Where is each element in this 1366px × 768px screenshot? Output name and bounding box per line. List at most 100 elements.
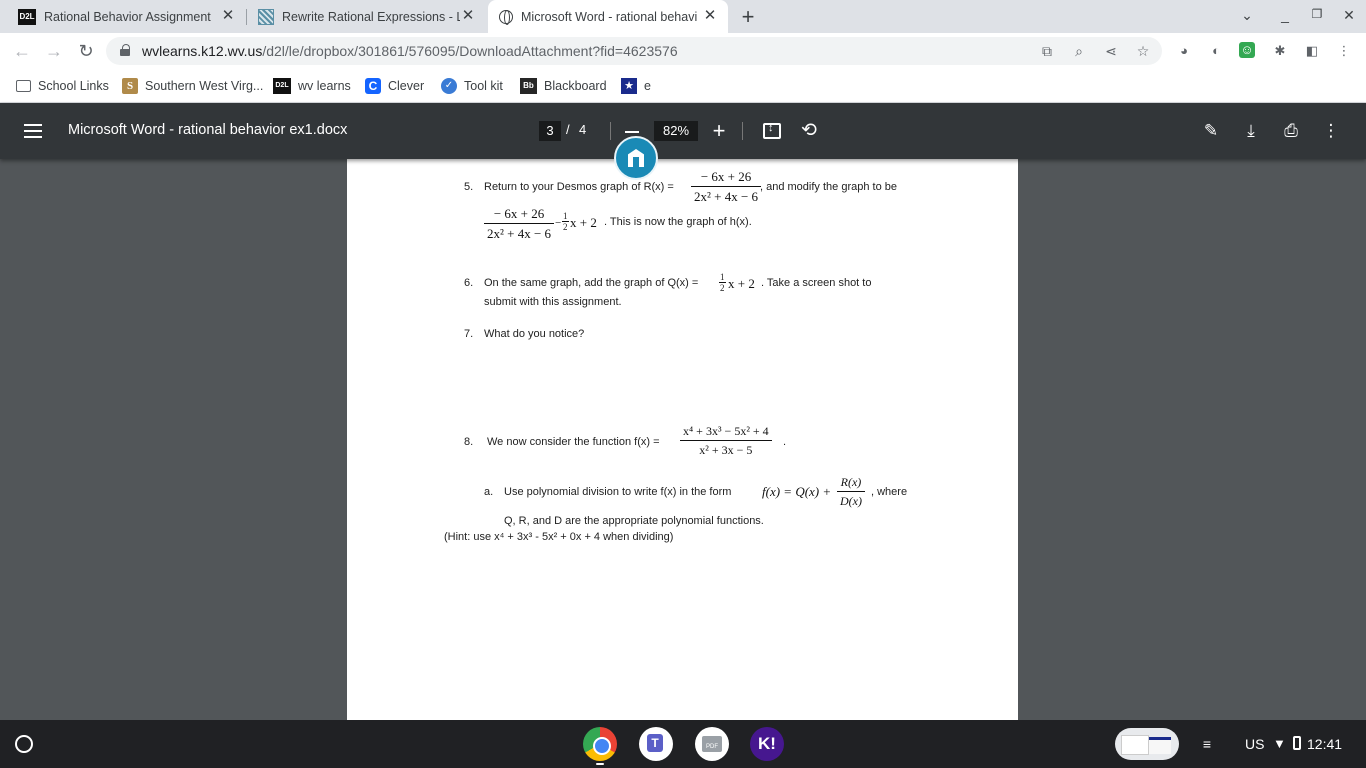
chrome-app-icon[interactable] — [583, 727, 617, 761]
restore-button[interactable]: ❐ — [1307, 7, 1327, 21]
question-text: What do you notice? — [484, 328, 585, 340]
linear-term: x + 2 — [728, 276, 755, 291]
download-icon[interactable]: ⤓ — [1240, 120, 1262, 142]
fraction-denominator: 2 — [563, 222, 568, 232]
bookmark-tool-kit[interactable]: ✓ Tool kit — [441, 76, 503, 96]
extension-lock-icon[interactable]: ◐ — [1207, 42, 1225, 60]
bookmark-school-links[interactable]: School Links — [16, 76, 109, 96]
southern-wv-icon: S — [122, 78, 138, 94]
address-bar[interactable]: wvlearns.k12.wv.us/d2l/le/dropbox/301861… — [106, 37, 1162, 65]
more-options-icon[interactable]: ⋮ — [1320, 120, 1342, 142]
extension-green-icon[interactable]: ☺ — [1239, 42, 1255, 58]
fraction-numerator: 1 — [562, 211, 569, 222]
bookmark-e[interactable]: ★ e — [621, 76, 651, 96]
question-number: 5. — [464, 181, 474, 193]
fraction-numerator: − 6x + 26 — [484, 206, 555, 224]
question-text: . This is now the graph of h(x). — [604, 216, 752, 228]
question-text: Use polynomial division to write f(x) in… — [504, 486, 732, 498]
url-text[interactable]: wvlearns.k12.wv.us/d2l/le/dropbox/301861… — [142, 43, 678, 59]
pdf-title: Microsoft Word - rational behavior ex1.d… — [68, 122, 348, 138]
side-panel-icon[interactable]: ◧ — [1303, 42, 1321, 60]
period: . — [783, 436, 787, 448]
kebab-menu-icon[interactable]: ⋮ — [1335, 42, 1353, 60]
bookmark-clever[interactable]: C Clever — [365, 76, 424, 96]
pdf-app-icon[interactable] — [695, 727, 729, 761]
minus-sign: − — [555, 217, 562, 229]
puzzle-icon[interactable]: ✱ — [1271, 42, 1289, 60]
page-separator: / — [566, 122, 570, 137]
share-icon[interactable]: ⋖ — [1102, 42, 1120, 60]
close-icon[interactable]: ✕ — [220, 8, 236, 24]
bookmark-southern-west-virginia[interactable]: S Southern West Virg... — [122, 76, 263, 96]
tab-label: Rational Behavior Assignment - — [44, 9, 212, 24]
back-button[interactable]: ← — [10, 39, 34, 63]
bookmark-wv-learns[interactable]: D2L wv learns — [273, 76, 351, 96]
page-number-input[interactable]: 3 — [539, 121, 561, 141]
fraction-numerator: x⁴ + 3x³ − 5x² + 4 — [680, 424, 772, 441]
tab-search-chevron-icon[interactable]: ⌄ — [1237, 7, 1257, 24]
running-indicator — [596, 763, 604, 765]
tab-microsoft-word-rational-behavior[interactable]: Microsoft Word - rational behavi ✕ — [488, 0, 728, 33]
url-path: /d2l/le/dropbox/301861/576095/DownloadAt… — [262, 43, 678, 59]
school-accessibility-badge-icon[interactable] — [614, 136, 658, 180]
zoom-out-button[interactable] — [625, 131, 639, 133]
close-icon[interactable]: ✕ — [702, 8, 718, 24]
fraction-numerator: 1 — [719, 272, 726, 283]
question-number: 8. — [464, 436, 474, 448]
bookmark-label: wv learns — [298, 79, 351, 93]
question-number: 7. — [464, 328, 474, 340]
question-number: 6. — [464, 277, 474, 289]
close-icon[interactable]: ✕ — [460, 8, 476, 24]
battery-icon — [1293, 736, 1301, 750]
kahoot-app-icon[interactable]: K! — [750, 727, 784, 761]
division-form: f(x) = Q(x) + — [762, 484, 832, 499]
star-badge-icon: ★ — [621, 78, 637, 94]
bookmark-label: Tool kit — [464, 79, 503, 93]
media-controls-icon[interactable]: ≡ — [1196, 734, 1218, 754]
status-tray[interactable]: US ▼ 12:41 — [1233, 728, 1355, 760]
minimize-button[interactable]: _ — [1275, 7, 1295, 23]
rotate-icon[interactable]: ⟲ — [799, 119, 819, 142]
half-fraction: 12 — [562, 211, 569, 232]
zoom-icon[interactable]: ⌕ — [1070, 42, 1088, 60]
question-text: , and modify the graph to be — [760, 181, 897, 193]
teams-app-icon[interactable] — [639, 727, 673, 761]
browser-toolbar: ← → ↻ wvlearns.k12.wv.us/d2l/le/dropbox/… — [0, 33, 1366, 69]
d2l-icon: D2L — [273, 78, 291, 94]
extension-circle-icon[interactable]: ◕ — [1175, 42, 1193, 60]
question-text: Q, R, and D are the appropriate polynomi… — [504, 515, 764, 527]
holding-space-thumbnails[interactable] — [1115, 728, 1179, 760]
zoom-in-button[interactable]: + — [710, 118, 728, 144]
fraction-h: − 6x + 26 2x² + 4x − 6 — [484, 206, 555, 242]
blackboard-icon: Bb — [520, 78, 537, 94]
fraction-denominator: D(x) — [840, 494, 862, 508]
page-total: 4 — [579, 122, 587, 137]
launcher-icon[interactable] — [15, 735, 33, 753]
question-text: submit with this assignment. — [484, 296, 622, 308]
new-tab-button[interactable]: + — [736, 4, 760, 30]
toolkit-icon: ✓ — [441, 78, 457, 94]
fraction-denominator: 2 — [720, 283, 725, 293]
annotate-pen-icon[interactable]: ✎ — [1200, 120, 1222, 142]
clock: 12:41 — [1307, 736, 1343, 752]
reload-button[interactable]: ↻ — [74, 39, 98, 63]
tab-rewrite-rational-expressions[interactable]: Rewrite Rational Expressions - Lo ✕ — [248, 0, 486, 33]
forward-button[interactable]: → — [42, 39, 66, 63]
zoom-level-input[interactable]: 82% — [654, 121, 698, 141]
tab-rational-behavior-assignment[interactable]: D2L Rational Behavior Assignment - ✕ — [0, 0, 246, 33]
question-text: We now consider the function f(x) = — [487, 436, 660, 448]
pdf-viewer[interactable]: 5. Return to your Desmos graph of R(x) =… — [0, 159, 1366, 720]
fit-to-page-icon[interactable] — [763, 122, 781, 139]
close-window-button[interactable]: ✕ — [1339, 7, 1359, 24]
fraction-numerator: R(x) — [837, 475, 865, 492]
question-text: On the same graph, add the graph of Q(x)… — [484, 277, 699, 289]
bookmark-star-icon[interactable]: ☆ — [1134, 42, 1152, 60]
bookmark-blackboard[interactable]: Bb Blackboard — [520, 76, 607, 96]
menu-icon[interactable] — [24, 124, 42, 138]
lock-icon[interactable] — [120, 44, 130, 56]
fraction-f: x⁴ + 3x³ − 5x² + 4 x² + 3x − 5 — [680, 424, 772, 458]
tab-label: Rewrite Rational Expressions - Lo — [282, 9, 460, 24]
print-icon[interactable]: ⎙ — [1280, 120, 1302, 142]
url-host: wvlearns.k12.wv.us — [142, 43, 263, 59]
open-in-app-icon[interactable]: ⧉ — [1038, 42, 1056, 60]
